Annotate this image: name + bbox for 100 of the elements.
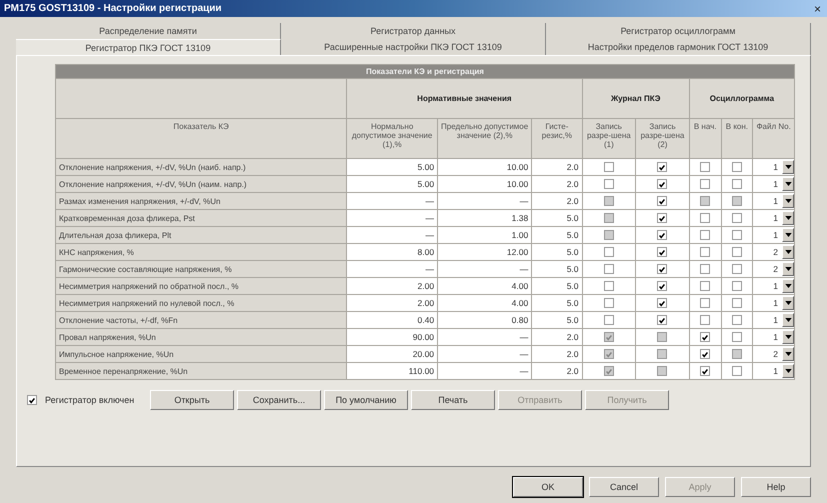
table-cell: 2.00 <box>346 278 438 294</box>
checkbox[interactable] <box>657 196 668 206</box>
checkbox[interactable] <box>604 281 614 292</box>
table-cell: 10.00 <box>438 176 532 192</box>
table-cell: 90.00 <box>346 328 438 346</box>
table-cell: — <box>438 328 532 346</box>
file-number-dropdown[interactable]: 1 <box>753 210 794 226</box>
checkbox[interactable] <box>700 179 710 190</box>
checkbox[interactable] <box>700 247 710 258</box>
table-cell: 0.80 <box>438 312 532 328</box>
checkbox[interactable] <box>732 230 742 240</box>
checkbox[interactable] <box>604 264 614 274</box>
column-header: Файл No. <box>752 118 794 158</box>
checkbox[interactable] <box>657 230 668 240</box>
table-cell: 5.0 <box>532 226 582 244</box>
checkbox[interactable] <box>604 315 614 326</box>
file-number-dropdown[interactable]: 1 <box>753 228 794 242</box>
checkbox[interactable] <box>732 179 742 190</box>
file-number-dropdown[interactable]: 2 <box>753 262 794 276</box>
checkbox[interactable] <box>657 247 668 258</box>
caret-icon <box>784 165 792 169</box>
table-cell: 2.0 <box>532 346 582 362</box>
checkbox[interactable] <box>732 247 742 258</box>
checkbox[interactable] <box>732 298 742 308</box>
checkbox[interactable] <box>700 264 710 274</box>
action-button[interactable]: Сохранить... <box>237 390 321 410</box>
checkbox[interactable] <box>700 230 710 240</box>
column-header: Нормально допустимое значение (1),% <box>346 118 438 158</box>
checkbox[interactable] <box>732 213 742 224</box>
action-button[interactable]: Открыть <box>150 390 234 410</box>
checkbox[interactable] <box>657 315 668 326</box>
close-button[interactable]: × <box>812 2 823 16</box>
table-cell: Размах изменения напряжения, +/-dV, %Un <box>56 192 347 210</box>
checkbox[interactable] <box>732 281 742 292</box>
file-number-dropdown[interactable]: 1 <box>753 176 794 192</box>
caret-icon <box>784 369 792 373</box>
table-cell: Отклонение напряжения, +/-dV, %Un (наиб. напр.) <box>56 158 347 176</box>
file-number-dropdown[interactable]: 1 <box>753 364 794 378</box>
checkbox[interactable] <box>732 332 742 342</box>
checkbox[interactable] <box>700 366 710 376</box>
file-number-dropdown[interactable]: 1 <box>753 296 794 310</box>
checkbox[interactable] <box>700 332 710 342</box>
column-header: Запись разре-шена (1) <box>582 118 636 158</box>
dialog-button[interactable]: Cancel <box>589 477 659 497</box>
table-cell: 2.00 <box>346 294 438 312</box>
caret-icon <box>784 284 792 288</box>
column-header: В нач. <box>689 118 722 158</box>
checkbox[interactable] <box>700 281 710 292</box>
checkbox[interactable] <box>657 179 668 190</box>
caret-icon <box>784 199 792 203</box>
file-number-dropdown[interactable]: 1 <box>753 312 794 328</box>
checkbox[interactable] <box>657 298 668 308</box>
checkbox[interactable] <box>700 315 710 326</box>
action-button[interactable]: Печать <box>411 390 495 410</box>
checkbox[interactable] <box>732 366 742 376</box>
table-cell: 8.00 <box>346 244 438 260</box>
table-cell: 1.00 <box>438 226 532 244</box>
checkbox[interactable] <box>604 298 614 308</box>
caret-icon <box>784 335 792 339</box>
action-button[interactable]: По умолчанию <box>324 390 408 410</box>
table-cell: — <box>346 192 438 210</box>
column-group-header: Осциллограмма <box>689 78 794 118</box>
checkbox[interactable] <box>27 395 37 405</box>
file-number-dropdown[interactable]: 1 <box>753 194 794 208</box>
checkbox[interactable] <box>700 213 710 224</box>
table-cell: 110.00 <box>346 362 438 380</box>
file-number-dropdown[interactable]: 1 <box>753 330 794 344</box>
file-number-dropdown[interactable]: 1 <box>753 278 794 294</box>
file-number-dropdown[interactable]: 2 <box>753 244 794 260</box>
checkbox[interactable] <box>732 162 742 172</box>
caret-icon <box>784 267 792 271</box>
column-header: В кон. <box>721 118 753 158</box>
table-cell: 10.00 <box>438 158 532 176</box>
table-cell: Импульсное напряжение, %Un <box>56 346 347 362</box>
checkbox[interactable] <box>657 281 668 292</box>
tab[interactable]: Регистратор ПКЭ ГОСТ 13109 <box>16 39 281 55</box>
caret-icon <box>784 182 792 186</box>
table-cell: Отклонение напряжения, +/-dV, %Un (наим. напр.) <box>56 176 347 192</box>
file-number-dropdown[interactable]: 2 <box>753 346 794 362</box>
column-group-header: Журнал ПКЭ <box>582 78 690 118</box>
caret-icon <box>784 233 792 237</box>
checkbox[interactable] <box>657 264 668 274</box>
dialog-button[interactable]: OK <box>513 477 583 497</box>
table-cell: 5.0 <box>532 312 582 328</box>
checkbox[interactable] <box>700 298 710 308</box>
checkbox[interactable] <box>657 162 668 172</box>
file-number-dropdown[interactable]: 1 <box>753 160 794 174</box>
checkbox[interactable] <box>700 349 710 360</box>
table-cell: — <box>438 362 532 380</box>
column-header: Предельно допустимое значение (2),% <box>438 118 532 158</box>
table-cell: 2.0 <box>532 192 582 210</box>
checkbox[interactable] <box>732 264 742 274</box>
checkbox[interactable] <box>604 179 614 190</box>
checkbox[interactable] <box>732 315 742 326</box>
checkbox[interactable] <box>604 162 614 172</box>
checkbox[interactable] <box>700 162 710 172</box>
checkbox[interactable] <box>657 213 668 224</box>
checkbox[interactable] <box>604 247 614 258</box>
caret-icon <box>784 250 792 254</box>
dialog-button[interactable]: Help <box>741 477 811 497</box>
